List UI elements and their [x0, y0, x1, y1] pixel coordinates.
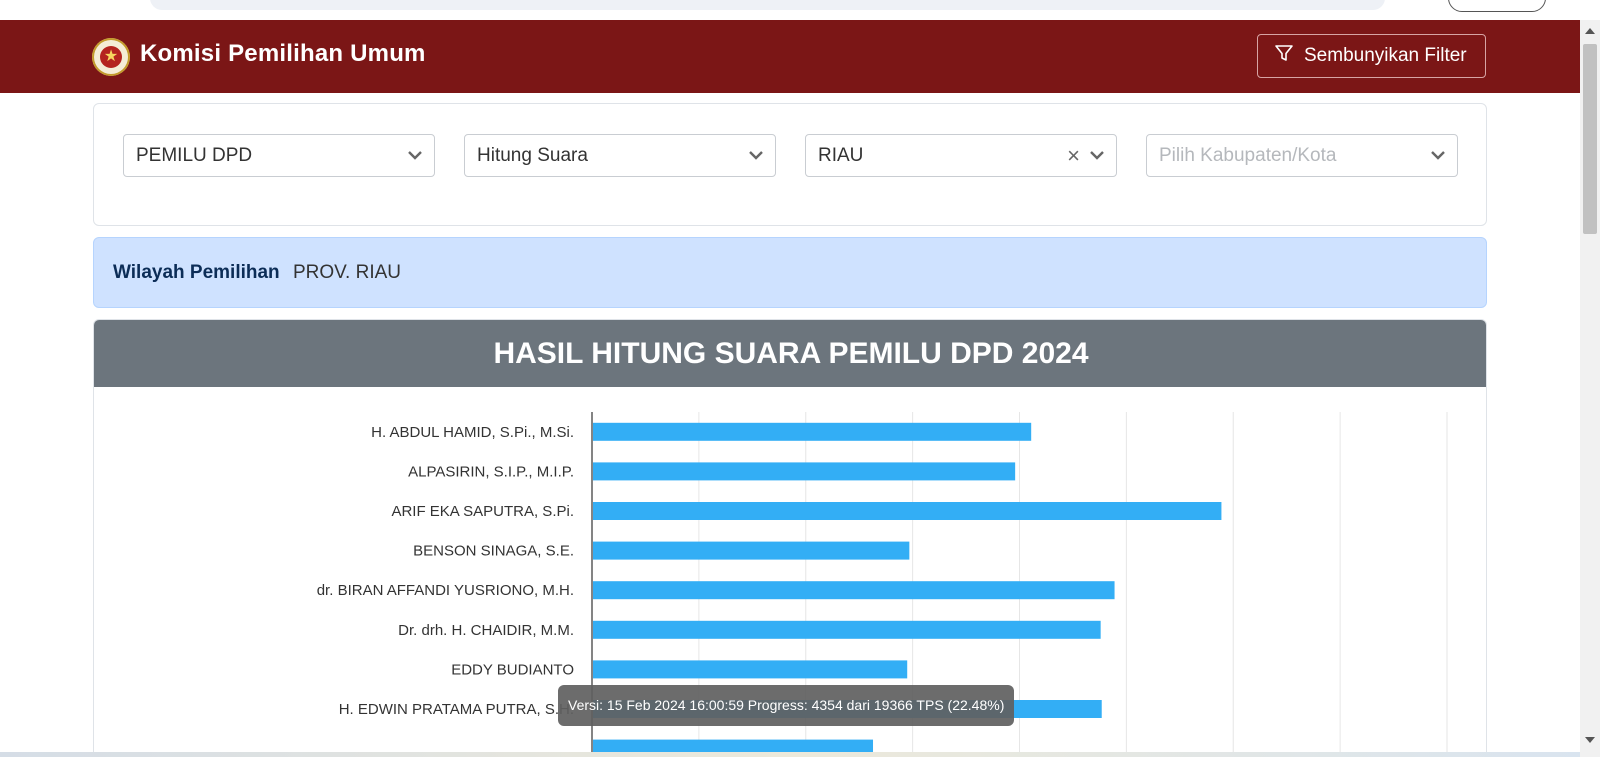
- bar[interactable]: [593, 422, 1032, 441]
- category-label: H. ABDUL HAMID, S.Pi., M.Si.: [371, 424, 574, 441]
- chart-title: HASIL HITUNG SUARA PEMILU DPD 2024: [94, 320, 1486, 387]
- bar[interactable]: [593, 462, 1016, 481]
- scrollbar-thumb[interactable]: [1583, 44, 1597, 234]
- chevron-down-icon: [1431, 151, 1445, 160]
- bar[interactable]: [593, 541, 910, 560]
- regency-select[interactable]: Pilih Kabupaten/Kota: [1146, 134, 1458, 177]
- scroll-up-icon[interactable]: [1585, 28, 1595, 34]
- hide-filter-label: Sembunyikan Filter: [1304, 45, 1467, 66]
- category-label: Dr. drh. H. CHAIDIR, M.M.: [398, 622, 574, 639]
- province-select[interactable]: RIAU ×: [805, 134, 1117, 177]
- election-select-value: PEMILU DPD: [136, 145, 253, 166]
- region-banner: Wilayah Pemilihan PROV. RIAU: [93, 237, 1487, 308]
- chevron-down-icon: [408, 151, 422, 160]
- filter-icon: [1274, 43, 1294, 69]
- category-label: EDDY BUDIANTO: [451, 661, 574, 678]
- kpu-logo: ★: [92, 38, 130, 76]
- category-label: BENSON SINAGA, S.E.: [413, 543, 574, 560]
- hide-filter-button[interactable]: Sembunyikan Filter: [1257, 34, 1486, 78]
- regency-select-placeholder: Pilih Kabupaten/Kota: [1159, 145, 1337, 166]
- browser-button[interactable]: [1448, 0, 1546, 12]
- scrollbar[interactable]: [1580, 20, 1600, 757]
- taskbar-strip: [0, 752, 1580, 757]
- address-bar[interactable]: [150, 0, 1385, 10]
- browser-toolbar: [0, 0, 1600, 20]
- category-label: ALPASIRIN, S.I.P., M.I.P.: [408, 463, 574, 480]
- clear-icon[interactable]: ×: [1067, 135, 1080, 176]
- chevron-down-icon: [1090, 151, 1104, 160]
- chevron-down-icon: [749, 151, 763, 160]
- category-label: H. EDWIN PRATAMA PUTRA, S.H.: [339, 701, 574, 718]
- mode-select-value: Hitung Suara: [477, 145, 588, 166]
- filter-card: PEMILU DPD Hitung Suara RIAU × Pilih Kab…: [93, 103, 1487, 226]
- category-label: dr. BIRAN AFFANDI YUSRIONO, M.H.: [317, 582, 574, 599]
- province-select-value: RIAU: [818, 145, 864, 166]
- scroll-down-icon[interactable]: [1585, 737, 1595, 743]
- category-label: ARIF EKA SAPUTRA, S.Pi.: [391, 503, 574, 520]
- region-value: PROV. RIAU: [292, 262, 402, 283]
- region-label: Wilayah Pemilihan: [113, 262, 280, 283]
- chart-tooltip: Versi: 15 Feb 2024 16:00:59 Progress: 43…: [558, 685, 1015, 726]
- bar[interactable]: [593, 502, 1222, 520]
- bar[interactable]: [593, 581, 1115, 600]
- mode-select[interactable]: Hitung Suara: [464, 134, 776, 177]
- app-header: ★ Komisi Pemilihan Umum Sembunyikan Filt…: [0, 20, 1580, 93]
- election-select[interactable]: PEMILU DPD: [123, 134, 435, 177]
- bar[interactable]: [593, 620, 1101, 639]
- app-title: Komisi Pemilihan Umum: [140, 40, 426, 67]
- bar[interactable]: [593, 660, 908, 679]
